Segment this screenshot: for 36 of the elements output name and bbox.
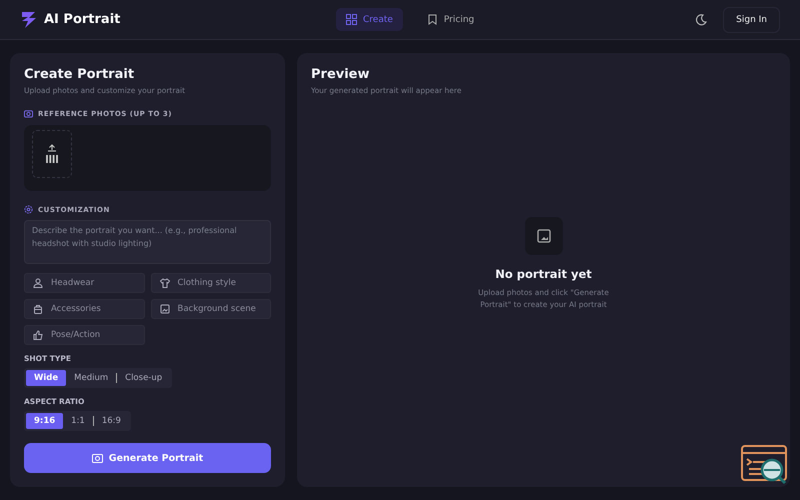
sign-in-button[interactable]: Sign In (723, 6, 780, 32)
option-button[interactable]: Clothing style (150, 273, 271, 293)
moon-icon[interactable] (695, 14, 708, 26)
browser-search-icon[interactable] (741, 445, 789, 487)
bookmark-icon (426, 14, 438, 25)
panel-title: Preview (311, 67, 371, 82)
segment-option[interactable]: Medium (66, 370, 116, 386)
upload-button[interactable] (32, 130, 72, 178)
panel-title: Create Portrait (24, 67, 136, 82)
grid-icon (346, 14, 357, 25)
gear-icon (24, 205, 33, 214)
thumbs-up-icon (33, 330, 43, 340)
camera-icon (92, 453, 103, 463)
segment-option[interactable]: 9:16 (26, 413, 64, 429)
empty-state-title: No portrait yet (495, 267, 592, 281)
nav-tab[interactable]: Pricing (416, 8, 484, 31)
upload-icon (45, 144, 59, 164)
camera-icon (24, 109, 33, 118)
image-placeholder-icon (524, 217, 562, 255)
segment-option[interactable]: Wide (26, 370, 66, 386)
nav-tab[interactable]: Create (336, 8, 403, 31)
generate-button[interactable]: Generate Portrait (24, 443, 271, 473)
option-button[interactable]: Headwear (24, 273, 144, 293)
segment-option[interactable]: 16:9 (92, 416, 129, 426)
person-icon (33, 278, 43, 288)
shirt-icon (160, 278, 170, 288)
lightning-logo-icon (20, 10, 38, 28)
segment-option[interactable]: Close-up (116, 373, 170, 383)
brand-name: AI Portrait (44, 12, 120, 27)
option-button[interactable]: Pose/Action (24, 325, 144, 345)
image-icon (160, 304, 170, 314)
prompt-field[interactable]: Describe the portrait you want... (e.g., professional headshot with studio lighting) (24, 220, 271, 264)
option-button[interactable]: Background scene (150, 299, 271, 319)
option-button[interactable]: Accessories (24, 299, 144, 319)
segment-option[interactable]: 1:1 (63, 413, 93, 429)
bag-icon (33, 304, 43, 314)
